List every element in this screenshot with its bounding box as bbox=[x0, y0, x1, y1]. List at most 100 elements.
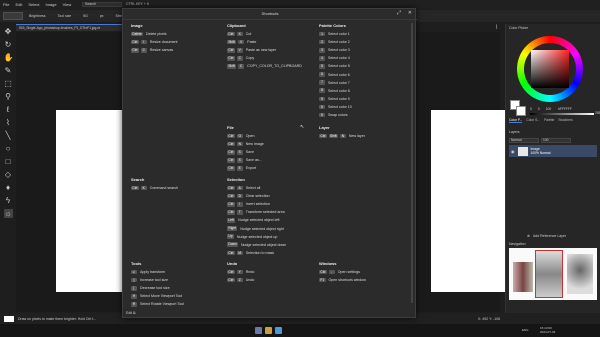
section-palette: Palette Colors 1 Select color 1 2 Select co… bbox=[319, 23, 352, 119]
key-cap: R bbox=[131, 302, 137, 307]
shortcut-description: Apply transform bbox=[140, 270, 166, 275]
document-tab[interactable]: 503_Single-App_photoshop-brushes_P1_ETIe… bbox=[16, 24, 126, 31]
visibility-icon[interactable]: ◉ bbox=[511, 149, 515, 154]
eyedropper-icon[interactable]: ⌇ bbox=[495, 24, 498, 31]
lasso-icon[interactable]: ℓ bbox=[4, 105, 13, 114]
navigation-title: Navigation bbox=[509, 242, 526, 246]
shortcut-description: Save as... bbox=[245, 158, 262, 163]
key-cap: Ctrl bbox=[131, 39, 139, 45]
hsv-readout: 0 0 100 bbox=[530, 107, 551, 111]
blend-mode-select[interactable]: Normal bbox=[509, 137, 539, 143]
tab-palette[interactable]: Palette bbox=[544, 118, 554, 123]
tab-swatches[interactable]: Swatches bbox=[558, 118, 572, 123]
layer-item-image[interactable]: ◉ Image 100% Normal bbox=[509, 145, 597, 157]
move-tool-icon[interactable]: ✥ bbox=[4, 27, 13, 36]
navigation-preview[interactable] bbox=[509, 248, 597, 300]
key-cap: 5 bbox=[319, 64, 325, 69]
shortcut-row: Left Nudge selected object left bbox=[227, 216, 286, 224]
eraser-icon[interactable]: ◇ bbox=[4, 170, 13, 179]
shortcut-description: New layer bbox=[348, 134, 365, 139]
hex-value[interactable]: #FFFFFF bbox=[558, 107, 572, 111]
expand-icon[interactable]: ⤢ bbox=[397, 10, 401, 16]
key-cap: K bbox=[140, 185, 147, 191]
menu-image[interactable]: Image bbox=[45, 2, 56, 7]
clock[interactable]: 15:13:00 2024-07-03 bbox=[540, 326, 555, 334]
layer-meta: 100% Normal bbox=[530, 151, 551, 155]
key-cap: Ctrl bbox=[227, 31, 235, 37]
shortcut-description: Save bbox=[245, 150, 254, 155]
menu-file[interactable]: File bbox=[3, 2, 9, 7]
hand-tool-icon[interactable]: ✋ bbox=[4, 53, 14, 62]
tab-color-picker[interactable]: Color P... bbox=[509, 118, 523, 123]
value-slider-number[interactable]: 255 bbox=[595, 111, 600, 115]
shortcut-description: Select color 4 bbox=[328, 56, 350, 61]
magic-wand-icon[interactable]: ⚲ bbox=[4, 92, 13, 101]
dodge-tool-icon[interactable]: ☼ bbox=[3, 209, 13, 218]
tool-size-unit: px bbox=[99, 14, 104, 18]
add-reference-layer-button[interactable]: ⊕ Add Reference Layer bbox=[509, 232, 597, 240]
menu-view[interactable]: View bbox=[63, 2, 72, 7]
app-icon[interactable] bbox=[275, 327, 282, 334]
shortcut-row: Ctrl Z Undo bbox=[227, 276, 254, 284]
shortcut-row: Shift V Paste bbox=[227, 38, 302, 46]
key-cap: 3 bbox=[319, 47, 325, 53]
rotate-tool-icon[interactable]: ↻ bbox=[4, 40, 13, 49]
shortcut-row: 1 Select color 1 bbox=[319, 30, 352, 38]
color-picker-title: Color Picker bbox=[509, 26, 529, 30]
key-cap: E bbox=[236, 166, 243, 171]
select-rect-icon[interactable]: ⬚ bbox=[4, 79, 13, 88]
close-icon[interactable]: ✕ bbox=[408, 10, 412, 16]
key-cap: H bbox=[131, 294, 137, 299]
plus-icon: ⊕ bbox=[527, 234, 530, 238]
brightness-option[interactable]: Brightness bbox=[29, 14, 46, 18]
shortcut-description: Select color 7 bbox=[328, 80, 350, 85]
opacity-input[interactable]: 100 bbox=[541, 137, 571, 143]
shortcut-description: Nudge selected object right bbox=[240, 226, 284, 231]
key-cap: Ctrl bbox=[227, 47, 235, 53]
menu-edit[interactable]: Edit bbox=[15, 2, 22, 7]
start-icon[interactable] bbox=[255, 327, 262, 334]
brush-preset-icon[interactable] bbox=[3, 12, 23, 20]
key-cap: O bbox=[236, 133, 243, 139]
fill-tool-icon[interactable]: ♦ bbox=[4, 183, 13, 192]
tools-sidebar: ✥ ↻ ✋ ✎ ⬚ ⚲ ℓ ⌇ ╲ ○ □ ◇ ♦ ϟ ☼ bbox=[0, 24, 16, 224]
navigation-preview-right bbox=[567, 254, 593, 294]
key-cap: Ctrl bbox=[319, 269, 327, 275]
shortcut-row: 0 Select color 10 bbox=[319, 103, 352, 111]
brush-tool-icon[interactable]: ✎ bbox=[4, 66, 13, 75]
eyedropper-icon[interactable]: ⌇ bbox=[4, 118, 13, 127]
section-selection: Selection Ctrl A Select all Ctrl D Clear sele… bbox=[227, 177, 286, 257]
taskbar-apps bbox=[255, 327, 282, 334]
color-hint-swatch bbox=[4, 315, 14, 322]
shortcut-row: 4 Select color 4 bbox=[319, 54, 352, 62]
rectangle-tool-icon[interactable]: □ bbox=[4, 157, 13, 166]
smudge-tool-icon[interactable]: ϟ bbox=[4, 196, 13, 205]
edit-shortcuts-link[interactable]: Edit ⧉ bbox=[126, 311, 136, 315]
search-input[interactable]: Search bbox=[82, 2, 122, 7]
line-tool-icon[interactable]: ╲ bbox=[4, 131, 13, 140]
hsv-v: 100 bbox=[545, 107, 552, 111]
shortcut-row: Ctrl E Export bbox=[227, 164, 264, 172]
key-cap: Shift bbox=[328, 133, 338, 139]
menu-select[interactable]: Select bbox=[28, 2, 39, 7]
tool-size-label: Tool size bbox=[57, 14, 72, 18]
dialog-scrollbar[interactable] bbox=[411, 23, 413, 303]
shortcut-description: Export bbox=[245, 166, 257, 171]
saturation-value-square[interactable] bbox=[531, 50, 569, 88]
background-color-swatch[interactable] bbox=[516, 106, 526, 116]
value-slider[interactable] bbox=[530, 113, 594, 115]
key-cap: Up bbox=[227, 234, 234, 239]
tool-size-value[interactable]: 5G bbox=[83, 14, 88, 18]
key-cap: Ctrl bbox=[319, 133, 327, 139]
tab-color-sliders[interactable]: Color S... bbox=[526, 118, 540, 123]
shortcut-row: Ctrl Y Redo bbox=[227, 268, 254, 276]
language-indicator[interactable]: ENG bbox=[522, 328, 529, 332]
shortcut-description: Nudge selected object down bbox=[240, 242, 287, 247]
dialog-title: Shortcuts bbox=[261, 11, 279, 16]
canvas-image-right bbox=[431, 110, 516, 292]
key-cap: X bbox=[236, 31, 243, 37]
shortcut-description: Open bbox=[245, 134, 255, 139]
ellipse-tool-icon[interactable]: ○ bbox=[4, 144, 13, 153]
shortcut-description: Select Move Viewport Tool bbox=[140, 294, 183, 299]
explorer-icon[interactable] bbox=[265, 327, 272, 334]
